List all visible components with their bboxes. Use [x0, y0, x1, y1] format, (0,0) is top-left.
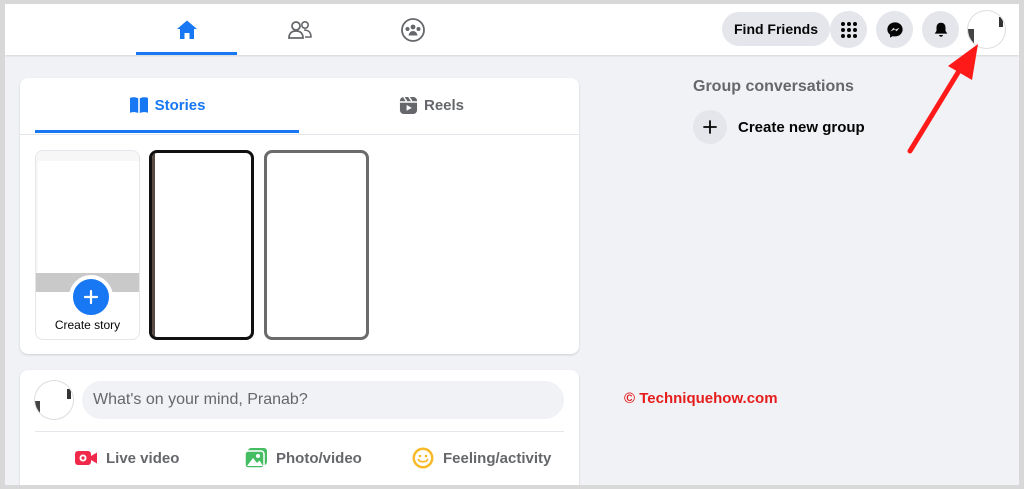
book-icon [129, 97, 148, 113]
annotation-arrow [907, 44, 978, 154]
group-conversations-title: Group conversations [693, 78, 854, 95]
menu-button[interactable] [830, 11, 867, 48]
active-tab-underline [35, 130, 299, 133]
messenger-icon [886, 21, 903, 38]
story-card[interactable] [149, 150, 254, 340]
plus-icon [703, 120, 717, 134]
find-friends-button[interactable]: Find Friends [722, 12, 830, 46]
tab-divider [20, 134, 579, 135]
story-profile-preview [36, 151, 139, 292]
create-group-plus-button [693, 110, 727, 144]
nav-tab-home[interactable] [136, 4, 237, 55]
avatar-photo [35, 401, 40, 413]
friends-icon [287, 20, 312, 39]
composer-avatar[interactable] [35, 381, 73, 419]
stories-card: Stories Reels Create story [20, 78, 579, 354]
reels-icon [399, 96, 418, 114]
feeling-activity-label: Feeling/activity [443, 449, 552, 467]
nav-tab-friends[interactable] [249, 4, 350, 55]
avatar-photo-edge [999, 17, 1003, 27]
home-icon [176, 20, 197, 39]
composer-divider [35, 431, 564, 432]
watermark-text: © Techniquehow.com [624, 390, 778, 407]
browser-viewport: Find Friends Stories Reels Create story … [5, 4, 1019, 485]
story-preview-photo [38, 161, 139, 273]
tab-reels-label: Reels [423, 96, 465, 114]
whats-on-your-mind-input[interactable]: What's on your mind, Pranab? [82, 381, 564, 419]
tab-stories-label: Stories [154, 96, 206, 114]
photo-video-button[interactable]: Photo/video [244, 440, 362, 476]
menu-grid-icon [840, 21, 857, 38]
tab-stories[interactable]: Stories [35, 78, 299, 132]
story-thumbnail-edge [152, 153, 155, 337]
tab-reels[interactable]: Reels [299, 78, 564, 132]
notifications-bell-icon [934, 22, 947, 37]
photo-icon [244, 448, 267, 469]
live-video-icon [75, 451, 97, 465]
live-video-button[interactable]: Live video [74, 440, 179, 476]
post-composer-card: What's on your mind, Pranab? Live video … [20, 370, 579, 485]
create-new-group-item[interactable]: Create new group [693, 110, 865, 144]
feeling-activity-button[interactable]: Feeling/activity [411, 440, 551, 476]
nav-tab-groups[interactable] [362, 4, 463, 55]
add-story-plus-button[interactable] [69, 275, 113, 319]
create-new-group-label: Create new group [738, 118, 865, 136]
groups-icon [400, 17, 425, 42]
live-video-label: Live video [106, 449, 180, 467]
top-navigation-bar: Find Friends [5, 4, 1019, 55]
create-story-label: Create story [54, 318, 121, 332]
avatar-photo-edge [67, 389, 71, 399]
plus-icon [83, 289, 99, 305]
create-story-card[interactable]: Create story [35, 150, 140, 340]
photo-video-label: Photo/video [276, 449, 362, 467]
feeling-icon [412, 447, 434, 469]
story-card[interactable] [264, 150, 369, 340]
